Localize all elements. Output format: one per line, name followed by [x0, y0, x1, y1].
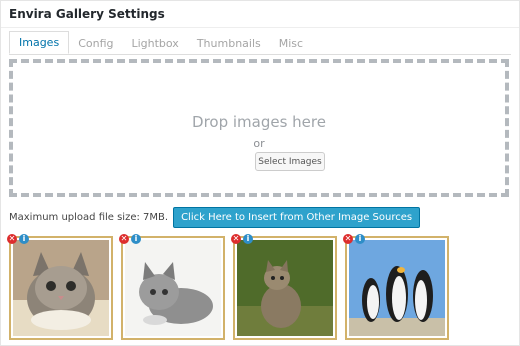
settings-panel: Envira Gallery Settings Images Config Li… — [0, 0, 520, 346]
tab-divider — [9, 54, 511, 55]
kitten-image — [13, 240, 109, 336]
select-images-button[interactable]: Select Images — [255, 152, 325, 171]
gallery-image[interactable]: ✕ i — [119, 234, 225, 340]
remove-icon[interactable]: ✕ — [119, 234, 129, 244]
tab-config[interactable]: Config — [69, 33, 122, 54]
insert-other-sources-button[interactable]: Click Here to Insert from Other Image So… — [173, 207, 421, 228]
tab-lightbox[interactable]: Lightbox — [122, 33, 187, 54]
gallery-image[interactable]: ✕ i — [343, 234, 449, 340]
upload-row: Maximum upload file size: 7MB. Click Her… — [9, 207, 421, 228]
info-icon[interactable]: i — [355, 234, 365, 244]
drop-text: Drop images here — [192, 113, 326, 131]
tab-misc[interactable]: Misc — [270, 33, 312, 54]
tab-images[interactable]: Images — [9, 31, 70, 54]
gallery-image[interactable]: ✕ i — [7, 234, 113, 340]
remove-icon[interactable]: ✕ — [7, 234, 17, 244]
panel-header: Envira Gallery Settings — [1, 1, 519, 28]
cat-image — [237, 240, 333, 336]
tab-thumbnails[interactable]: Thumbnails — [188, 33, 270, 54]
gallery-image[interactable]: ✕ i — [231, 234, 337, 340]
penguins-image — [349, 240, 445, 336]
drop-zone[interactable]: Drop images here or Select Images — [9, 59, 509, 197]
drop-or-text: or — [253, 137, 265, 150]
remove-icon[interactable]: ✕ — [343, 234, 353, 244]
remove-icon[interactable]: ✕ — [231, 234, 241, 244]
panel-title: Envira Gallery Settings — [9, 7, 165, 21]
tab-bar: Images Config Lightbox Thumbnails Misc — [9, 31, 312, 54]
info-icon[interactable]: i — [243, 234, 253, 244]
info-icon[interactable]: i — [19, 234, 29, 244]
kitten-image — [125, 240, 221, 336]
max-upload-size-label: Maximum upload file size: 7MB. — [9, 212, 169, 223]
image-thumbnails: ✕ i ✕ i ✕ i ✕ i — [7, 234, 457, 340]
info-icon[interactable]: i — [131, 234, 141, 244]
